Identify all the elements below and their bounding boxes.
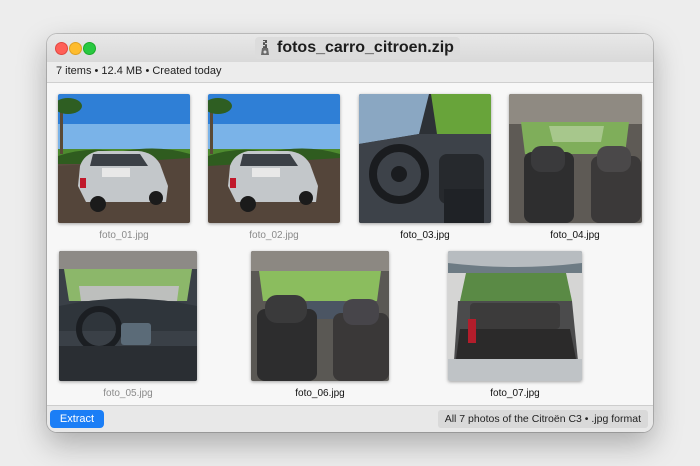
window-title-wrap: fotos_carro_citroen.zip xyxy=(255,37,460,59)
filename-foto-06: foto_06.jpg xyxy=(295,388,345,399)
minimize-window-button[interactable] xyxy=(69,42,82,55)
filename-foto-01: foto_01.jpg xyxy=(99,230,149,241)
thumbnail-grid: foto_01.jpg foto_02.jpg foto_03.jpg foto… xyxy=(47,83,653,405)
thumbnail-foto-03[interactable] xyxy=(359,94,491,223)
filename-foto-02: foto_02.jpg xyxy=(249,230,299,241)
extract-button[interactable]: Extract xyxy=(50,410,104,428)
filename-foto-05: foto_05.jpg xyxy=(103,388,153,399)
thumbnail-foto-05[interactable] xyxy=(59,251,197,381)
title-bar[interactable]: fotos_carro_citroen.zip xyxy=(47,34,653,63)
thumbnail-foto-01[interactable] xyxy=(58,94,190,223)
filename-foto-07: foto_07.jpg xyxy=(490,388,540,399)
close-window-button[interactable] xyxy=(55,42,68,55)
zoom-window-button[interactable] xyxy=(83,42,96,55)
archive-info-badge: All 7 photos of the Citroën C3 • .jpg fo… xyxy=(437,410,648,428)
thumbnail-foto-04[interactable] xyxy=(509,94,642,223)
info-toolbar: 7 items • 12.4 MB • Created today xyxy=(47,62,653,83)
archive-window: fotos_carro_citroen.zip 7 items • 12.4 M… xyxy=(47,34,653,432)
zip-archive-icon xyxy=(261,40,269,55)
filename-foto-04: foto_04.jpg xyxy=(550,230,600,241)
bottom-bar: Extract All 7 photos of the Citroën C3 •… xyxy=(47,405,653,432)
thumbnail-foto-02[interactable] xyxy=(208,94,340,223)
archive-summary: 7 items • 12.4 MB • Created today xyxy=(56,65,222,77)
thumbnail-foto-06[interactable] xyxy=(251,251,389,381)
window-title: fotos_carro_citroen.zip xyxy=(277,39,454,56)
thumbnail-foto-07[interactable] xyxy=(448,251,582,381)
filename-foto-03: foto_03.jpg xyxy=(400,230,450,241)
